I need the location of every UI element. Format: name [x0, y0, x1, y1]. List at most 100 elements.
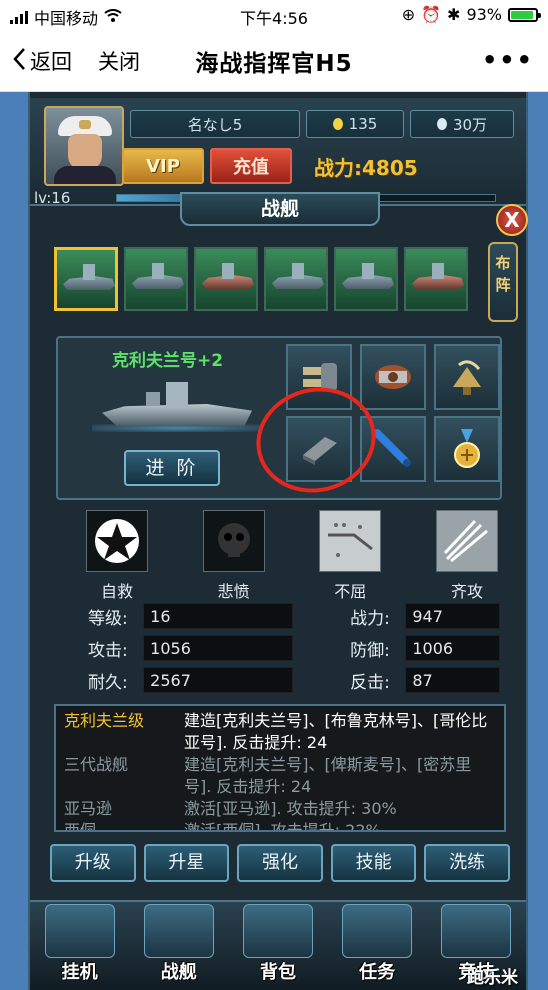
- advance-button[interactable]: 进 阶: [124, 450, 220, 486]
- fleet-bonus-list[interactable]: 克利夫兰级 建造[克利夫兰号]、[布鲁克林号]、[哥伦比亚号]. 反击提升: 2…: [54, 704, 506, 832]
- gem-value: 30万: [452, 115, 488, 134]
- shield-plate-icon: [319, 510, 382, 572]
- fleet-bonus-title: 西侗: [64, 821, 97, 832]
- page-title: 海战指挥官H5: [195, 51, 353, 77]
- nav-warship[interactable]: 战舰: [136, 904, 222, 984]
- nav-task[interactable]: 任务: [334, 904, 420, 984]
- skill-button[interactable]: 技能: [330, 844, 417, 882]
- player-info-bar: 名なし5 135 30万: [130, 110, 516, 138]
- fleet-bonus-text: 激活[亚马逊]. 攻击提升: 30%: [184, 799, 397, 818]
- nav-task-label: 任务: [359, 962, 396, 983]
- coin-counter: 135: [306, 110, 404, 138]
- stat-attack-label: 攻击:: [88, 640, 128, 661]
- stat-attack-value: 1056: [143, 635, 294, 661]
- skill-item[interactable]: 自救: [82, 510, 152, 601]
- bluetooth-icon: ✱: [447, 5, 461, 24]
- combat-power-label: 战力:: [314, 156, 362, 180]
- barrage-icon: [435, 510, 498, 572]
- formation-button[interactable]: 布阵: [488, 242, 518, 322]
- stat-defense-label: 防御:: [350, 640, 390, 661]
- skill-label: 自救: [100, 582, 133, 601]
- skill-label: 齐攻: [450, 582, 483, 601]
- game-viewport: 名なし5 135 30万 VIP 充值 战力:4805 lv:16 战舰 X 布…: [28, 92, 528, 990]
- stat-level-value: 16: [143, 603, 294, 629]
- bottom-nav: 挂机 战舰 背包 任务 竞技: [30, 900, 526, 990]
- equip-slot-torpedo[interactable]: [360, 416, 426, 482]
- stat-durability-label: 耐久:: [88, 672, 128, 693]
- fleet-bonus-title: 三代战舰: [64, 755, 129, 774]
- skill-item[interactable]: 悲愤: [199, 510, 269, 601]
- nav-bag[interactable]: 背包: [235, 904, 321, 984]
- nav-idle-label: 挂机: [61, 962, 98, 983]
- skill-item[interactable]: 齐攻: [432, 510, 502, 601]
- medal-icon: [454, 429, 480, 468]
- gem-icon: [436, 118, 447, 130]
- at-sign-monitor-icon: [44, 904, 115, 958]
- nav-warship-label: 战舰: [160, 962, 197, 983]
- ship-name: 克利夫兰号+2: [112, 351, 224, 371]
- nav-idle[interactable]: 挂机: [37, 904, 123, 984]
- radar-icon: [453, 360, 481, 395]
- panel-close-button[interactable]: X: [496, 204, 528, 236]
- gem-counter: 30万: [410, 110, 514, 138]
- fleet-bonus-item: 西侗 激活[西侗]. 攻击提升: 22%: [64, 820, 496, 832]
- coin-icon: [332, 118, 343, 130]
- clock: 下午4:56: [240, 9, 308, 28]
- fleet-bonus-item: 亚马逊 激活[亚马逊]. 攻击提升: 30%: [64, 798, 496, 820]
- battery-percent: 93%: [466, 5, 502, 24]
- stat-counter-label: 反击:: [350, 672, 390, 693]
- enhance-button[interactable]: 强化: [237, 844, 323, 882]
- stat-power-value: 947: [405, 603, 501, 629]
- equip-slot-turret[interactable]: [286, 344, 352, 410]
- ship-slot[interactable]: [194, 247, 258, 311]
- recharge-button[interactable]: 充值: [210, 148, 292, 184]
- skill-label: 不屈: [334, 582, 367, 601]
- status-bar: 中国移动 下午4:56 ⊕ ⏰ ✱ 93%: [0, 0, 548, 30]
- vip-button[interactable]: VIP: [122, 148, 204, 184]
- equip-slot-radar[interactable]: [434, 344, 500, 410]
- ship-detail-panel: 克利夫兰号+2 进 阶: [56, 336, 502, 500]
- battery-icon: [508, 7, 541, 22]
- star-up-button[interactable]: 升星: [143, 844, 230, 882]
- armor-plate-icon: [303, 437, 337, 465]
- ship-selector: [54, 247, 480, 317]
- star-shield-icon: [86, 510, 148, 572]
- turret-icon: [303, 363, 337, 391]
- ship-model: [92, 380, 262, 432]
- equip-slot-engine[interactable]: [360, 344, 426, 410]
- stat-power-label: 战力:: [350, 608, 390, 629]
- equip-slot-armor[interactable]: [286, 416, 352, 482]
- stat-defense-value: 1006: [405, 635, 501, 661]
- ship-slot[interactable]: [404, 247, 468, 311]
- panel-title: 战舰: [180, 192, 380, 226]
- skill-label: 悲愤: [217, 582, 250, 601]
- fleet-bonus-text: 激活[西侗]. 攻击提升: 22%: [184, 821, 381, 832]
- ship-slot[interactable]: [264, 247, 328, 311]
- backpack-icon: [242, 904, 313, 958]
- stat-durability-value: 2567: [143, 667, 294, 693]
- torpedo-icon: [373, 429, 411, 467]
- fleet-bonus-item: 三代战舰 建造[克利夫兰号]、[俾斯麦号]、[密苏里号]. 反击提升: 24: [64, 754, 496, 798]
- equip-slot-medal[interactable]: [434, 416, 500, 482]
- ship-slot[interactable]: [334, 247, 398, 311]
- action-bar: 升级 升星 强化 技能 洗练: [50, 844, 510, 884]
- skull-icon: [202, 510, 265, 572]
- fleet-bonus-item: 克利夫兰级 建造[克利夫兰号]、[布鲁克林号]、[哥伦比亚号]. 反击提升: 2…: [64, 710, 496, 754]
- player-level: lv:16: [34, 189, 71, 207]
- skill-item[interactable]: 不屈: [315, 510, 385, 601]
- fleet-bonus-text: 建造[克利夫兰号]、[布鲁克林号]、[哥伦比亚号]. 反击提升: 24: [184, 711, 488, 752]
- fleet-bonus-title: 亚马逊: [64, 799, 113, 818]
- combat-power: 战力:4805: [314, 152, 418, 181]
- player-avatar[interactable]: [44, 106, 124, 186]
- upgrade-button[interactable]: 升级: [50, 844, 136, 882]
- ship-slot[interactable]: [124, 247, 188, 311]
- more-menu-button[interactable]: •••: [482, 46, 534, 74]
- stat-level-label: 等级:: [88, 608, 128, 629]
- nav-bag-label: 背包: [259, 962, 296, 983]
- alarm-icon: ⏰: [421, 5, 442, 24]
- engine-icon: [375, 365, 411, 389]
- refine-button[interactable]: 洗练: [424, 844, 510, 882]
- ship-slot[interactable]: [54, 247, 118, 311]
- stats-table: 等级: 16 战力: 947 攻击: 1056 防御: 1006 耐久: 256…: [88, 600, 501, 696]
- equipment-grid: [286, 344, 500, 498]
